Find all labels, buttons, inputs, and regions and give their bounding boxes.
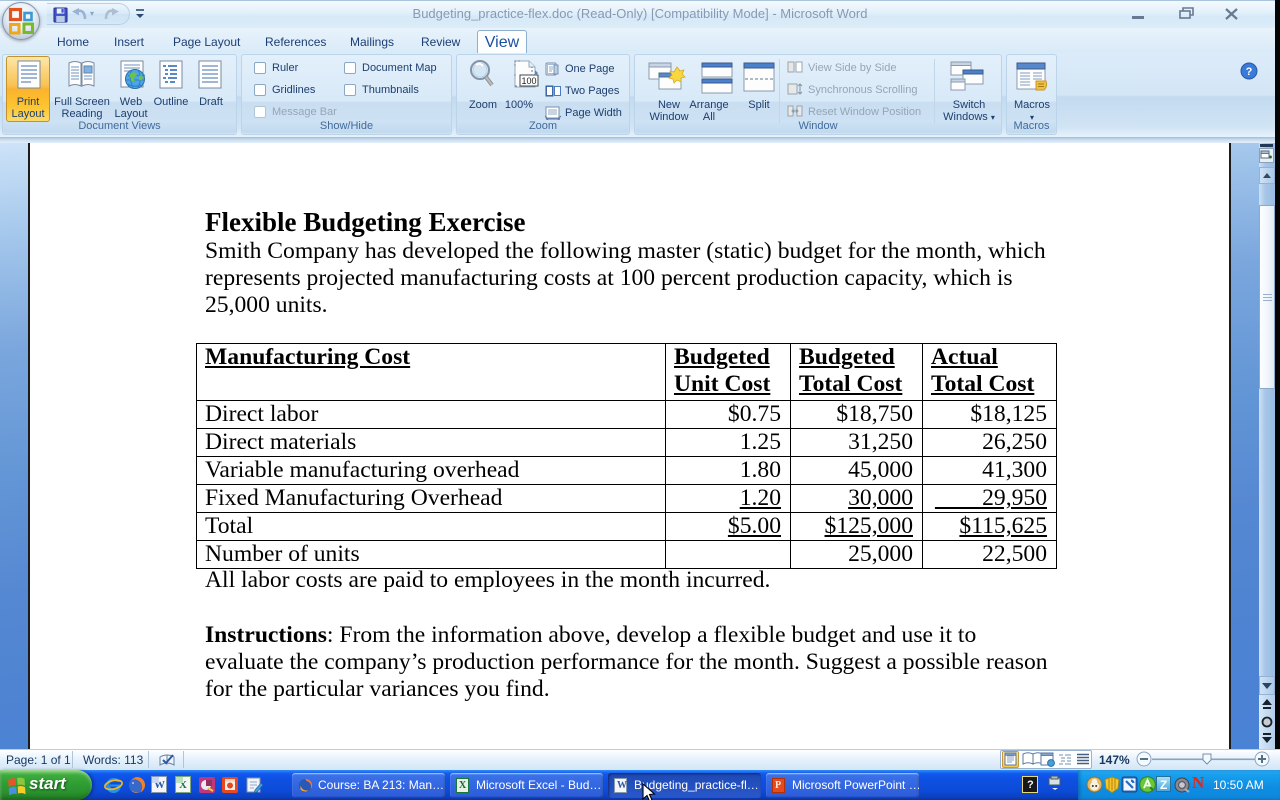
svg-text:?: ? — [1246, 66, 1253, 78]
svg-text:100: 100 — [521, 76, 536, 86]
